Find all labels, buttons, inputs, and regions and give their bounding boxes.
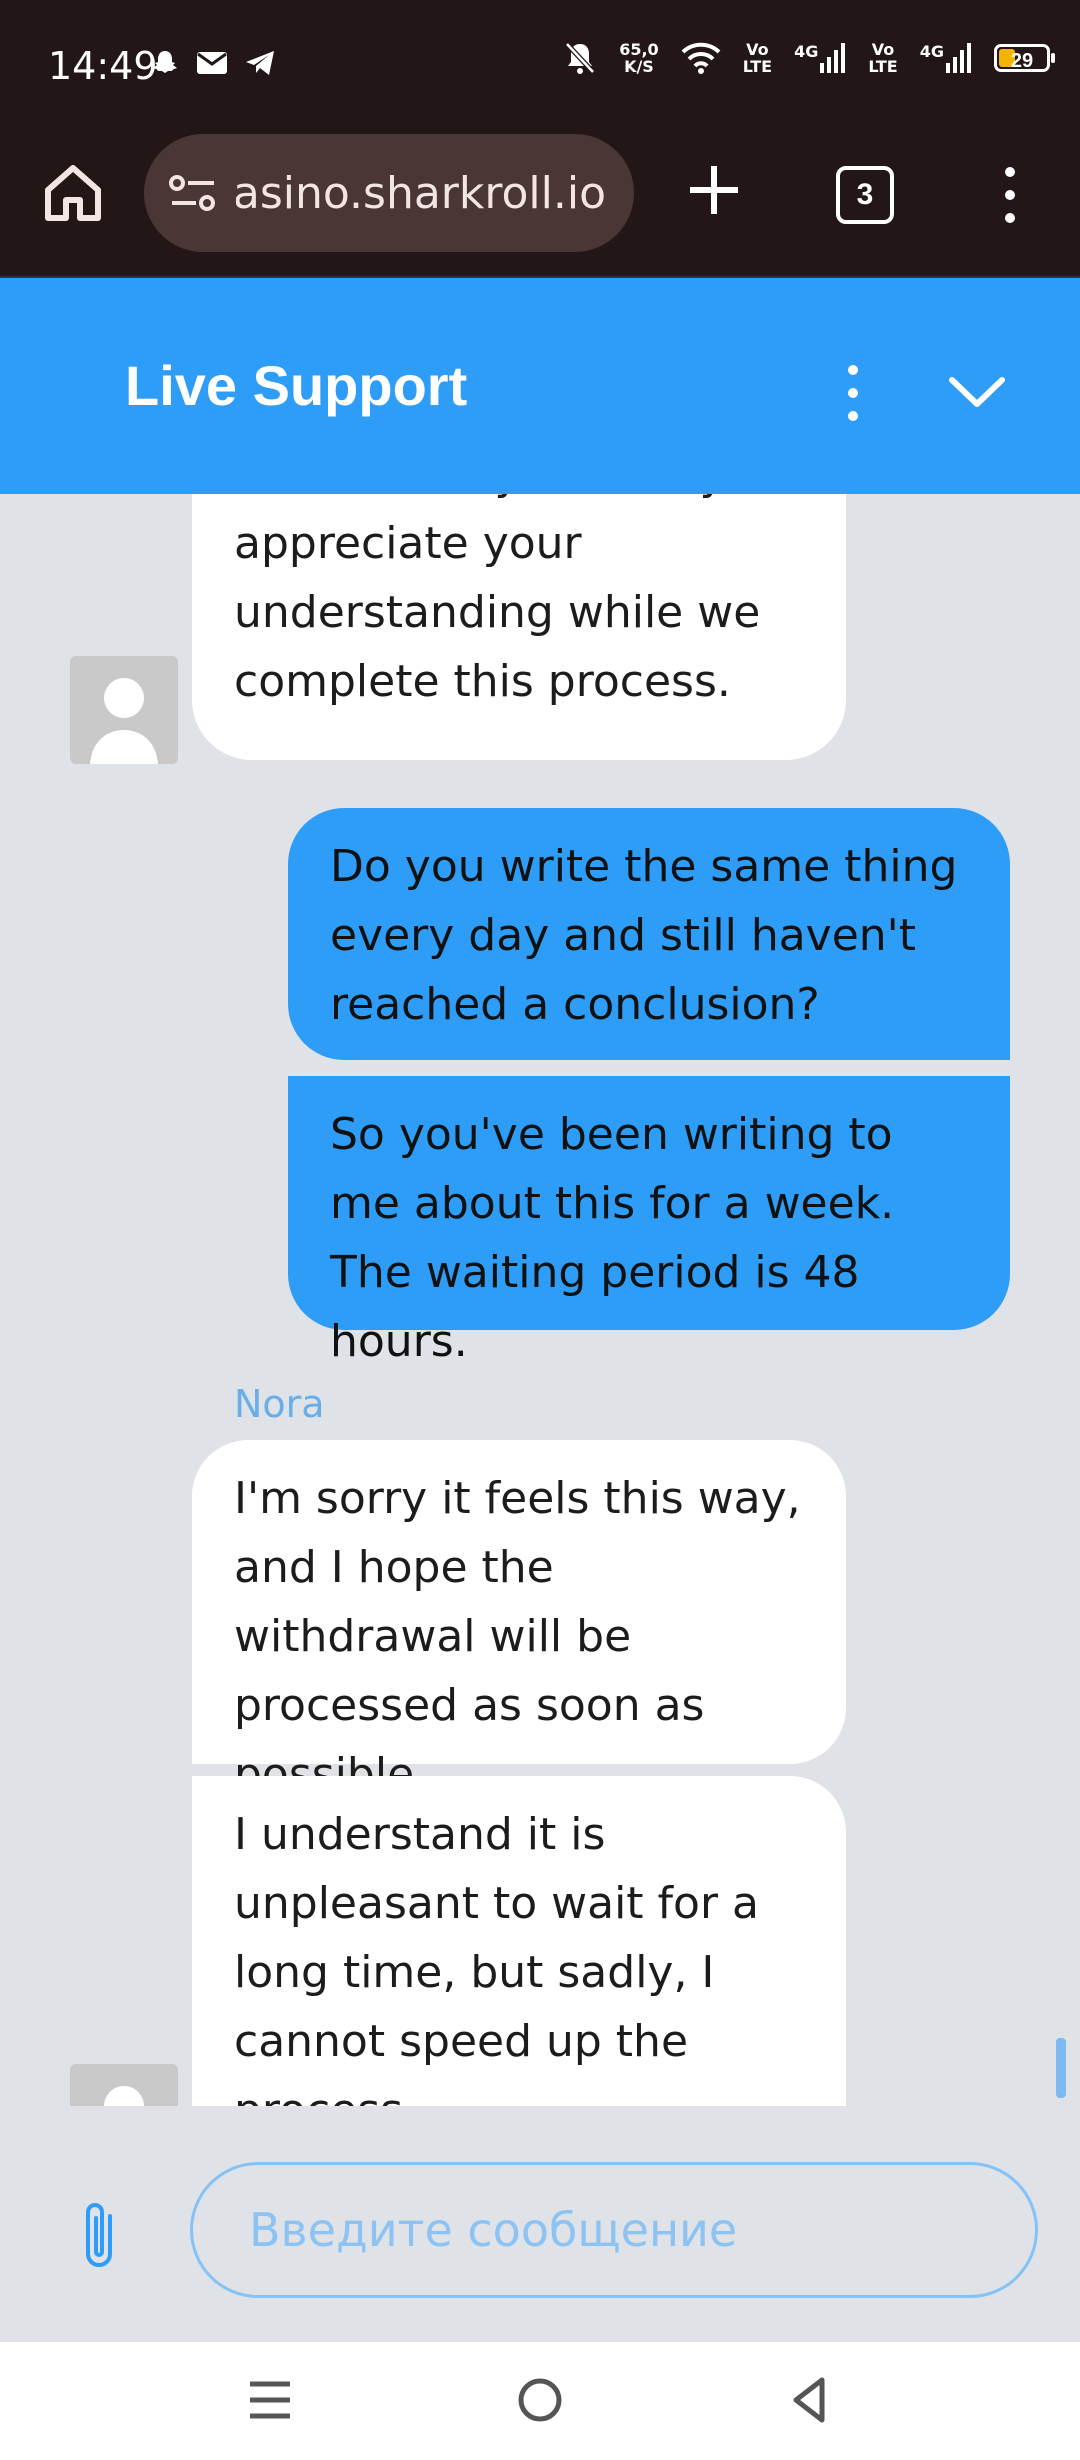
wifi-icon (681, 42, 721, 74)
message-text: Do you write the same thing every day an… (330, 841, 958, 1030)
sim2-net: 4G (919, 42, 944, 61)
recents-icon[interactable] (240, 2370, 300, 2430)
chat-messages[interactable]: come shortly. We truly appreciate your u… (0, 494, 1080, 2106)
message-text: I'm sorry it feels this way, and I hope … (234, 1473, 801, 1800)
plus-icon[interactable] (684, 160, 744, 220)
sim1-signal: 4G (794, 43, 846, 73)
message-text: I understand it is unpleasant to wait fo… (234, 1809, 759, 2106)
message-text: So you've been writing to me about this … (330, 1109, 895, 1367)
agent-message: come shortly. We truly appreciate your u… (192, 494, 846, 760)
network-speed-value: 65,0 (619, 40, 659, 59)
sim1-label-bottom: LTE (742, 57, 773, 76)
message-composer (0, 2106, 1080, 2342)
scrollbar[interactable] (1056, 2038, 1066, 2098)
agent-avatar (70, 656, 178, 764)
home-circle-icon[interactable] (510, 2370, 570, 2430)
user-placeholder-icon (104, 2086, 144, 2106)
signal-icon (946, 43, 971, 73)
chat-more-icon[interactable] (838, 358, 868, 428)
mail-icon (197, 52, 227, 74)
url-text[interactable]: casino.sharkroll.io (236, 168, 606, 219)
sim2-label-top: Vo (871, 40, 895, 59)
sim2-volte: Vo LTE (868, 41, 897, 75)
back-icon[interactable] (780, 2370, 840, 2430)
agent-name: Nora (234, 1382, 325, 1426)
status-bar: 14:49 65,0 K/S Vo LTE 4G Vo LTE 4G 29 (0, 0, 1080, 130)
user-message: Do you write the same thing every day an… (288, 808, 1010, 1060)
agent-avatar (70, 2064, 178, 2106)
signal-icon (820, 43, 846, 73)
network-speed: 65,0 K/S (619, 41, 658, 75)
chevron-down-icon[interactable] (944, 362, 1010, 422)
sim1-net: 4G (794, 42, 819, 61)
battery-icon: 29 (994, 44, 1055, 72)
more-vert-icon[interactable] (990, 160, 1030, 230)
sim2-signal: 4G (920, 43, 972, 73)
chat-title: Live Support (125, 354, 468, 417)
battery-level: 29 (1010, 50, 1034, 72)
system-nav-bar (0, 2342, 1080, 2460)
agent-message: I'm sorry it feels this way, and I hope … (192, 1440, 846, 1800)
tabs-icon[interactable]: 3 (836, 166, 894, 224)
site-settings-icon[interactable] (168, 173, 218, 213)
user-message: So you've been writing to me about this … (288, 1076, 1010, 1367)
message-input[interactable] (190, 2162, 1038, 2298)
browser-toolbar: casino.sharkroll.io 3 (0, 130, 1080, 278)
agent-message: I understand it is unpleasant to wait fo… (192, 1776, 846, 2106)
user-placeholder-icon (90, 678, 158, 764)
sim2-label-bottom: LTE (868, 57, 898, 76)
snapchat-icon (153, 51, 177, 73)
sim1-volte: Vo LTE (743, 41, 772, 75)
status-time: 14:49 (48, 44, 158, 88)
home-icon[interactable] (40, 160, 106, 226)
message-text: come shortly. We truly appreciate your u… (234, 494, 761, 707)
chat-header: Live Support (0, 278, 1080, 494)
network-speed-unit: K/S (624, 57, 654, 76)
telegram-icon (246, 51, 274, 75)
mute-bell-icon (565, 42, 596, 74)
paperclip-icon[interactable] (76, 2196, 122, 2276)
url-bar[interactable]: casino.sharkroll.io (144, 134, 634, 252)
sim1-label-top: Vo (746, 40, 769, 59)
